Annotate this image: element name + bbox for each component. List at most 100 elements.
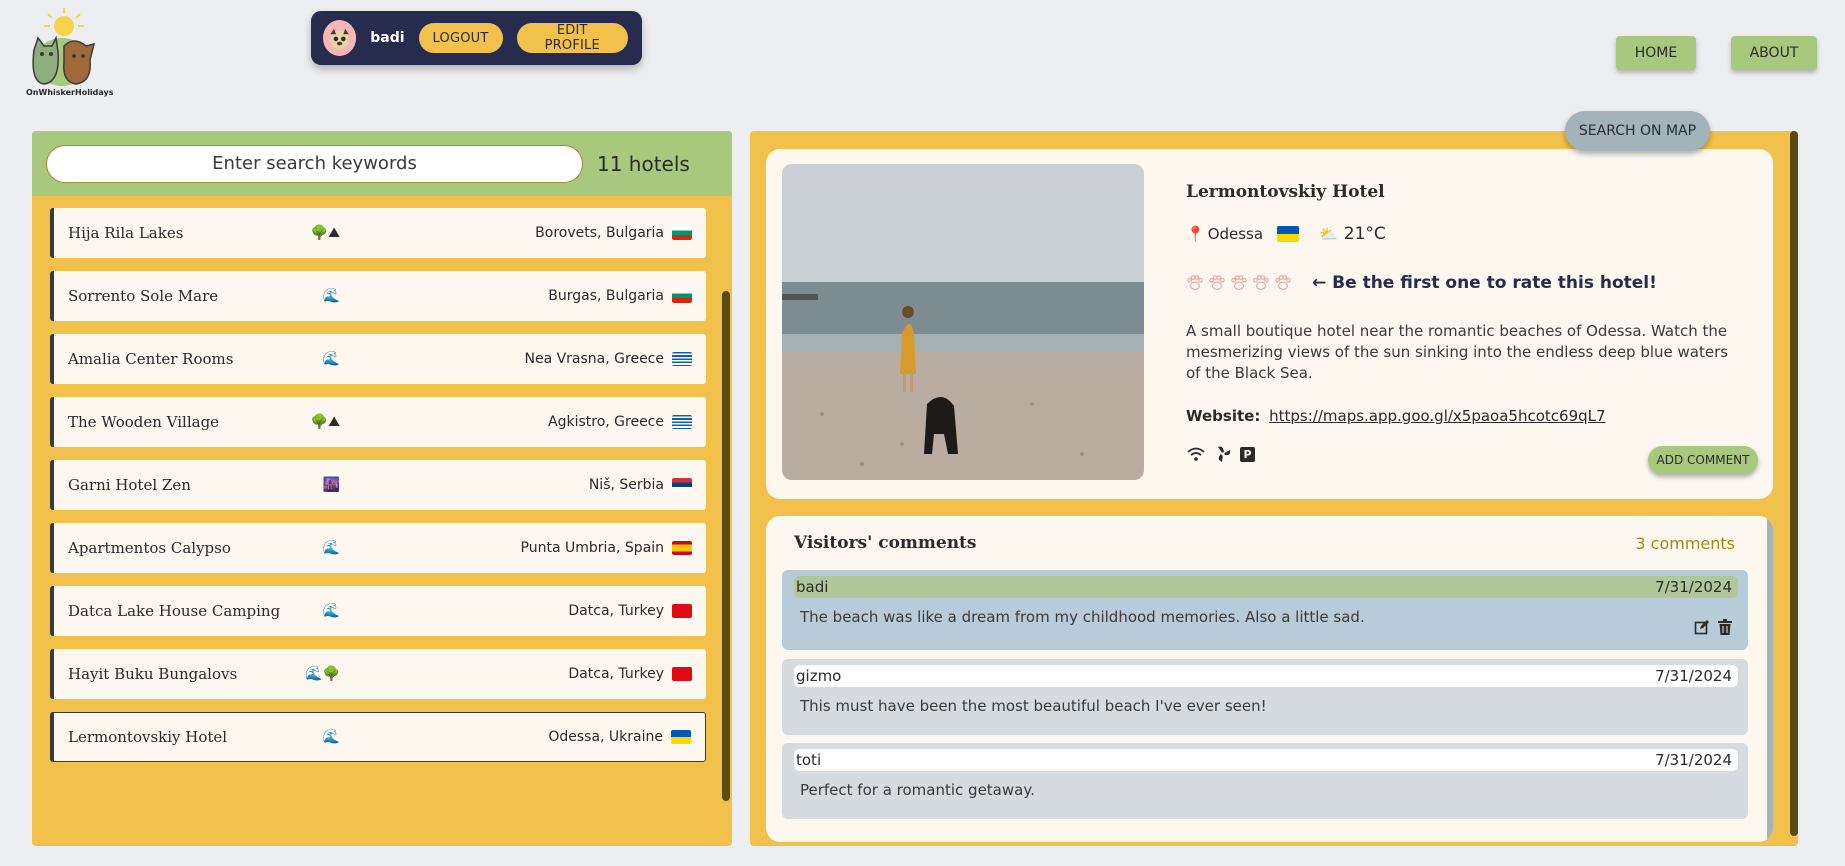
hotel-list: Hija Rila Lakes 🌳⛰ Borovets, Bulgaria So…	[50, 181, 706, 775]
flag-turkey-icon	[672, 667, 692, 681]
hotel-row-selected[interactable]: Lermontovskiy Hotel 🌊 Odessa, Ukraine	[50, 712, 706, 762]
flag-ukraine-icon	[671, 730, 691, 744]
search-header: 11 hotels	[32, 131, 732, 196]
site-logo[interactable]	[24, 2, 104, 98]
hotel-row[interactable]: Garni Hotel Zen 🌆 Niš, Serbia	[50, 460, 706, 510]
hotel-tags: 🌊	[322, 540, 340, 556]
hotel-location: Borovets, Bulgaria	[535, 225, 692, 241]
flag-bulgaria-icon	[672, 226, 692, 240]
paw-icon	[1209, 275, 1225, 290]
comments-title: Visitors' comments	[794, 533, 977, 553]
search-on-map-button[interactable]: SEARCH ON MAP	[1565, 111, 1710, 151]
comment-text: The beach was like a dream from my child…	[800, 608, 1365, 626]
paw-icon	[1253, 275, 1269, 290]
hotel-location: Datca, Turkey	[568, 603, 692, 619]
paw-icon	[1187, 275, 1203, 290]
hotel-location: Niš, Serbia	[589, 477, 692, 493]
hotel-row[interactable]: The Wooden Village 🌳⛰ Agkistro, Greece	[50, 397, 706, 447]
hotel-name: Hija Rila Lakes	[68, 224, 184, 242]
edit-icon[interactable]	[1694, 619, 1710, 635]
nav-about-button[interactable]: ABOUT	[1731, 36, 1817, 70]
profile-username: badi	[370, 30, 405, 46]
nav-home-button[interactable]: HOME	[1616, 36, 1696, 70]
sun-icon	[44, 8, 84, 36]
comment-actions	[1694, 619, 1732, 635]
hotel-tags: 🌆	[322, 477, 340, 493]
comment-header: toti 7/31/2024	[794, 749, 1738, 771]
hotel-name: Amalia Center Rooms	[68, 350, 234, 368]
profile-bar: badi LOGOUT EDIT PROFILE	[311, 11, 642, 65]
hotel-tags: 🌊	[322, 351, 340, 367]
hotel-title: Lermontovskiy Hotel	[1186, 182, 1385, 202]
hotel-description: A small boutique hotel near the romantic…	[1186, 322, 1729, 382]
rate-prompt: ← Be the first one to rate this hotel!	[1312, 273, 1657, 293]
flag-greece-icon	[672, 352, 692, 366]
hotel-location: Datca, Turkey	[568, 666, 692, 682]
hotel-row[interactable]: Hija Rila Lakes 🌳⛰ Borovets, Bulgaria	[50, 208, 706, 258]
wifi-icon	[1187, 447, 1205, 461]
hotel-list-scrollbar[interactable]	[722, 291, 730, 801]
trash-icon[interactable]	[1718, 619, 1732, 635]
search-input[interactable]	[46, 144, 583, 183]
hotel-name: Sorrento Sole Mare	[68, 287, 219, 305]
hotel-row[interactable]: Hayit Buku Bungalovs 🌊🌳 Datca, Turkey	[50, 649, 706, 699]
hotel-tags: 🌊	[322, 288, 340, 304]
paw-rating[interactable]	[1186, 274, 1292, 292]
hotel-location: Punta Umbria, Spain	[521, 540, 692, 556]
hotel-website: Website: https://maps.app.goo.gl/x5paoa5…	[1186, 407, 1606, 425]
avatar[interactable]	[323, 20, 357, 56]
comment-date: 7/31/2024	[1655, 751, 1732, 769]
comment-text: Perfect for a romantic getaway.	[800, 781, 1035, 799]
hotel-name: Datca Lake House Camping	[68, 602, 281, 620]
website-label: Website:	[1186, 407, 1261, 425]
flag-bulgaria-icon	[672, 289, 692, 303]
hotel-row[interactable]: Sorrento Sole Mare 🌊 Burgas, Bulgaria	[50, 271, 706, 321]
brand-name: OnWhiskerHolidays	[26, 88, 114, 97]
hotel-list-panel: 11 hotels Hija Rila Lakes 🌳⛰ Borovets, B…	[32, 131, 732, 846]
parking-icon: P	[1240, 446, 1255, 462]
hotel-detail-card: Lermontovskiy Hotel 📍 Odessa ⛅ 21°C ← Be…	[766, 149, 1773, 499]
comment-header: badi 7/31/2024	[794, 576, 1738, 598]
flag-spain-icon	[672, 541, 692, 555]
hotel-count: 11 hotels	[597, 151, 690, 176]
amenities: P	[1186, 445, 1255, 463]
detail-scrollbar[interactable]	[1790, 131, 1798, 836]
hotel-row[interactable]: Apartmentos Calypso 🌊 Punta Umbria, Spai…	[50, 523, 706, 573]
hotel-row[interactable]: Datca Lake House Camping 🌊 Datca, Turkey	[50, 586, 706, 636]
comment-user: gizmo	[796, 667, 842, 685]
hotel-name: Lermontovskiy Hotel	[68, 728, 228, 746]
website-link[interactable]: https://maps.app.goo.gl/x5paoa5hcotc69qL…	[1269, 407, 1605, 425]
comments-scrollbar[interactable]	[1767, 516, 1773, 842]
hotel-location: Burgas, Bulgaria	[548, 288, 692, 304]
add-comment-button[interactable]: ADD COMMENT	[1648, 446, 1758, 474]
flag-greece-icon	[672, 415, 692, 429]
hotel-tags: 🌳⛰	[310, 414, 340, 430]
comments-count: 3 comments	[1635, 534, 1735, 553]
flag-turkey-icon	[672, 604, 692, 618]
comment-own: badi 7/31/2024 The beach was like a drea…	[782, 570, 1748, 650]
comment-date: 7/31/2024	[1655, 667, 1732, 685]
paw-icon	[1275, 275, 1291, 290]
hotel-name: The Wooden Village	[68, 413, 220, 431]
hotel-location: Agkistro, Greece	[548, 414, 692, 430]
comment-date: 7/31/2024	[1655, 578, 1732, 596]
comment-header: gizmo 7/31/2024	[794, 665, 1738, 687]
hotel-location: Nea Vrasna, Greece	[524, 351, 692, 367]
hotel-city: Odessa	[1207, 225, 1264, 243]
rating-row: ← Be the first one to rate this hotel!	[1186, 273, 1657, 293]
hotel-name: Apartmentos Calypso	[68, 539, 231, 557]
logout-button[interactable]: LOGOUT	[418, 23, 503, 53]
comment-user: badi	[796, 578, 829, 596]
edit-profile-button[interactable]: EDIT PROFILE	[516, 23, 628, 53]
cloudy-weather-icon: ⛅	[1319, 225, 1338, 243]
paw-icon	[1231, 275, 1247, 290]
comments-card: Visitors' comments 3 comments badi 7/31/…	[766, 516, 1773, 842]
hotel-photo	[782, 164, 1144, 480]
hotel-name: Hayit Buku Bungalovs	[68, 665, 238, 683]
hotel-row[interactable]: Amalia Center Rooms 🌊 Nea Vrasna, Greece	[50, 334, 706, 384]
dog-icon	[63, 40, 96, 85]
hotel-tags: 🌊	[322, 603, 340, 619]
comment: toti 7/31/2024 Perfect for a romantic ge…	[782, 743, 1748, 819]
hotel-location: Odessa, Ukraine	[548, 729, 691, 745]
comment: gizmo 7/31/2024 This must have been the …	[782, 659, 1748, 735]
